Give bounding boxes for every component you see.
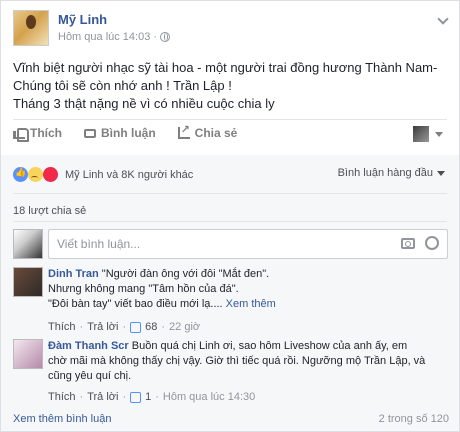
post-actions: Thích Bình luận Chia sẻ (13, 123, 238, 142)
comment-body: Dinh Tran "Người đàn ông với đôi "Mắt đe… (48, 267, 448, 335)
emoji-icon[interactable] (425, 236, 439, 250)
comment-like-count[interactable]: 68 (145, 320, 157, 335)
commenter-name[interactable]: Đàm Thanh Scr (48, 340, 129, 352)
divider (13, 221, 447, 222)
view-more-comments-link[interactable]: Xem thêm bình luận (13, 413, 111, 425)
chevron-down-icon[interactable] (437, 13, 449, 25)
comment-meta: Thích · Trả lời · 1 · Hôm qua lúc 14:30 (48, 390, 256, 405)
share-icon (177, 123, 190, 139)
post-text: Vĩnh biệt người nhạc sỹ tài hoa - một ng… (13, 59, 453, 113)
caret-down-icon[interactable] (435, 132, 443, 137)
divider (13, 119, 447, 120)
globe-icon (160, 32, 171, 42)
post-line: Vĩnh biệt người nhạc sỹ tài hoa - một ng… (13, 60, 438, 75)
comment-sort-dropdown[interactable]: Bình luận hàng đầu (338, 167, 445, 179)
comment-text: "Đôi bàn tay" viết bao điều mới lạ.... (48, 298, 223, 310)
comment-text: Buồn quá chị Linh ơi, sao hôm Liveshow c… (131, 340, 408, 352)
share-button[interactable]: Chia sẻ (177, 123, 238, 140)
comment-label: Bình luận (101, 126, 156, 140)
share-count[interactable]: 18 lượt chia sẻ (13, 205, 86, 217)
post-card: Mỹ Linh Hôm qua lúc 14:03 · Vĩnh biệt ng… (0, 0, 460, 432)
like-label: Thích (30, 126, 62, 140)
comment-time[interactable]: Hôm qua lúc 14:30 (163, 390, 255, 405)
comment-text: "Người đàn ông với đôi "Mắt đen". (101, 268, 270, 280)
comment-meta: Thích · Trả lời · 68 · 22 giờ (48, 320, 201, 335)
comment-count: 2 trong số 120 (378, 413, 449, 425)
sad-reaction-icon (28, 167, 43, 182)
post-line: Chúng tôi sẽ còn nhớ anh ! Trần Lập ! (13, 78, 232, 93)
commenter-avatar[interactable] (13, 267, 43, 297)
comment-reply-link[interactable]: Trả lời (87, 390, 118, 405)
comment-text: Nhưng không mang "Tâm hồn của đá". (48, 283, 239, 295)
share-label: Chia sẻ (194, 126, 238, 140)
comment-body: Đàm Thanh Scr Buồn quá chị Linh ơi, sao … (48, 339, 448, 405)
reactions-summary[interactable]: Mỹ Linh và 8K người khác (13, 167, 193, 182)
comment-time[interactable]: 22 giờ (169, 320, 200, 335)
post-time[interactable]: Hôm qua lúc 14:03 (58, 31, 150, 43)
comment-like-count[interactable]: 1 (145, 390, 151, 405)
post-line: Tháng 3 thật nặng nề vì có nhiều cuộc ch… (13, 96, 275, 111)
sort-label: Bình luận hàng đầu (337, 167, 433, 179)
post-author[interactable]: Mỹ Linh (58, 12, 107, 27)
camera-icon[interactable] (401, 238, 415, 249)
thumbs-up-icon (13, 127, 29, 142)
commenter-avatar[interactable] (13, 339, 43, 369)
comment-button[interactable]: Bình luận (84, 126, 156, 140)
comment-icon (84, 129, 96, 138)
comment-like-link[interactable]: Thích (48, 320, 76, 335)
reactions-text: Mỹ Linh và 8K người khác (65, 168, 194, 181)
commenter-name[interactable]: Dinh Tran (48, 268, 99, 280)
like-reaction-icon (13, 167, 28, 182)
post-meta: Hôm qua lúc 14:03 · (58, 31, 171, 43)
composer-avatar (13, 229, 43, 259)
comment-composer[interactable] (48, 229, 448, 259)
thumbs-up-icon (130, 322, 142, 333)
caret-down-icon (437, 170, 445, 176)
comment-text: cũng yêu quí chị. (48, 370, 132, 382)
react-as-avatar[interactable] (413, 126, 429, 142)
comment-text: chờ mãi mà không thấy chị vậy. Giờ thì t… (48, 355, 426, 367)
like-button[interactable]: Thích (13, 126, 62, 142)
see-more-link[interactable]: Xem thêm (226, 298, 276, 310)
love-reaction-icon (43, 167, 58, 182)
thumbs-up-icon (130, 392, 142, 403)
comment-input[interactable] (57, 237, 377, 251)
comment-like-link[interactable]: Thích (48, 390, 76, 405)
divider (13, 193, 447, 194)
comment-reply-link[interactable]: Trả lời (87, 320, 118, 335)
author-avatar[interactable] (13, 10, 49, 46)
